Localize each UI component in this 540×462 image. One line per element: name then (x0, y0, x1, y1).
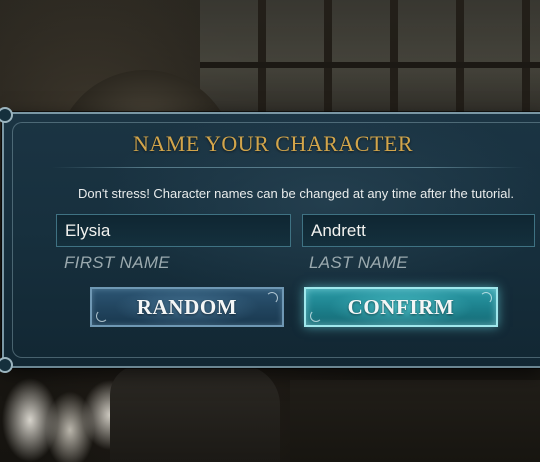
title-divider (52, 167, 524, 168)
background-shadow (290, 380, 540, 462)
last-name-label: LAST NAME (309, 253, 409, 272)
first-name-label: FIRST NAME (64, 253, 170, 272)
random-button[interactable]: RANDOM (90, 287, 284, 327)
dialog-title: NAME YOUR CHARACTER (132, 131, 414, 156)
corner-ornament-icon (0, 107, 13, 123)
character-robe (110, 365, 280, 462)
dialog-subtitle: Don't stress! Character names can be cha… (77, 186, 515, 201)
confirm-button-label: CONFIRM (347, 294, 455, 319)
background-window-rail (200, 62, 540, 68)
confirm-button[interactable]: CONFIRM (304, 287, 498, 327)
flourish-icon (96, 310, 108, 322)
last-name-input[interactable] (302, 214, 535, 247)
first-name-input[interactable] (56, 214, 291, 247)
flourish-icon (480, 292, 492, 304)
random-button-label: RANDOM (136, 294, 238, 319)
name-character-dialog: NAME YOUR CHARACTER Don't stress! Charac… (0, 107, 540, 373)
flourish-icon (310, 310, 322, 322)
flourish-icon (266, 292, 278, 304)
